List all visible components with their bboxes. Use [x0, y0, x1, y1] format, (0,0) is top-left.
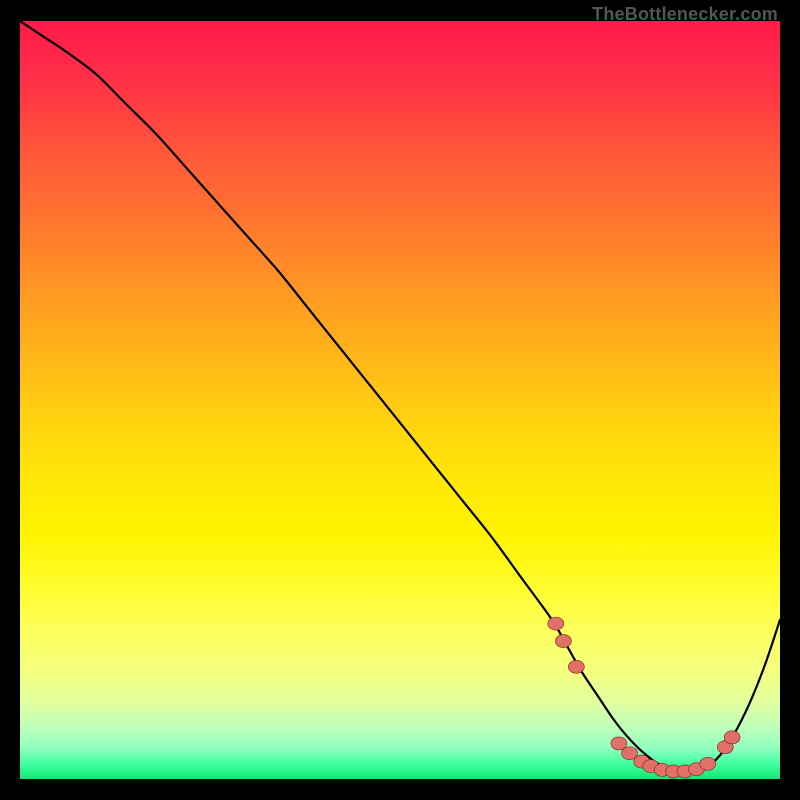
watermark-text: TheBottlenecker.com — [592, 4, 778, 25]
plot-area — [20, 20, 780, 780]
chart-container: TheBottlenecker.com — [0, 0, 800, 800]
gradient-background — [20, 21, 780, 779]
